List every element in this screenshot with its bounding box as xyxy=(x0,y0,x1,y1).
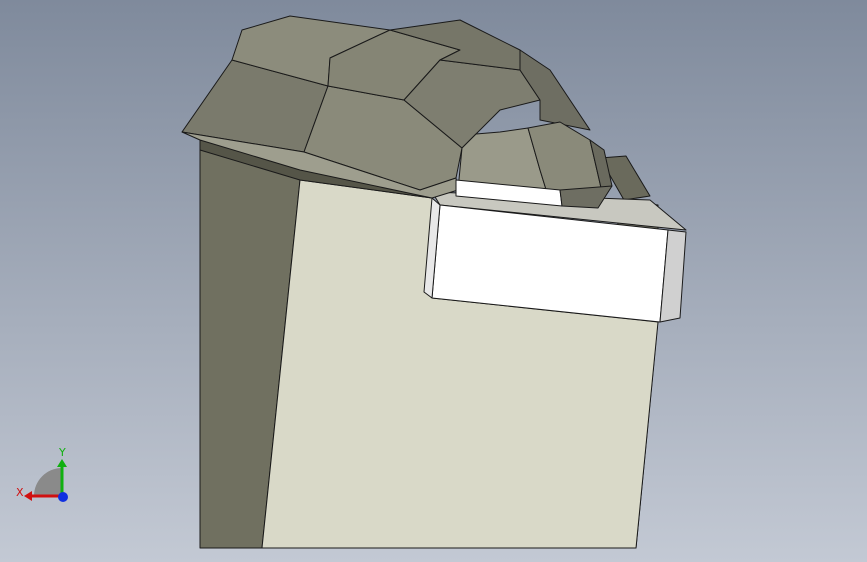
triad-y-label: Y xyxy=(58,446,66,459)
triad-x-label: X xyxy=(16,486,24,499)
viewport-canvas[interactable]: X Y xyxy=(0,0,867,562)
cad-viewport[interactable]: X Y xyxy=(0,0,867,562)
triad-z-axis-icon xyxy=(58,492,68,502)
